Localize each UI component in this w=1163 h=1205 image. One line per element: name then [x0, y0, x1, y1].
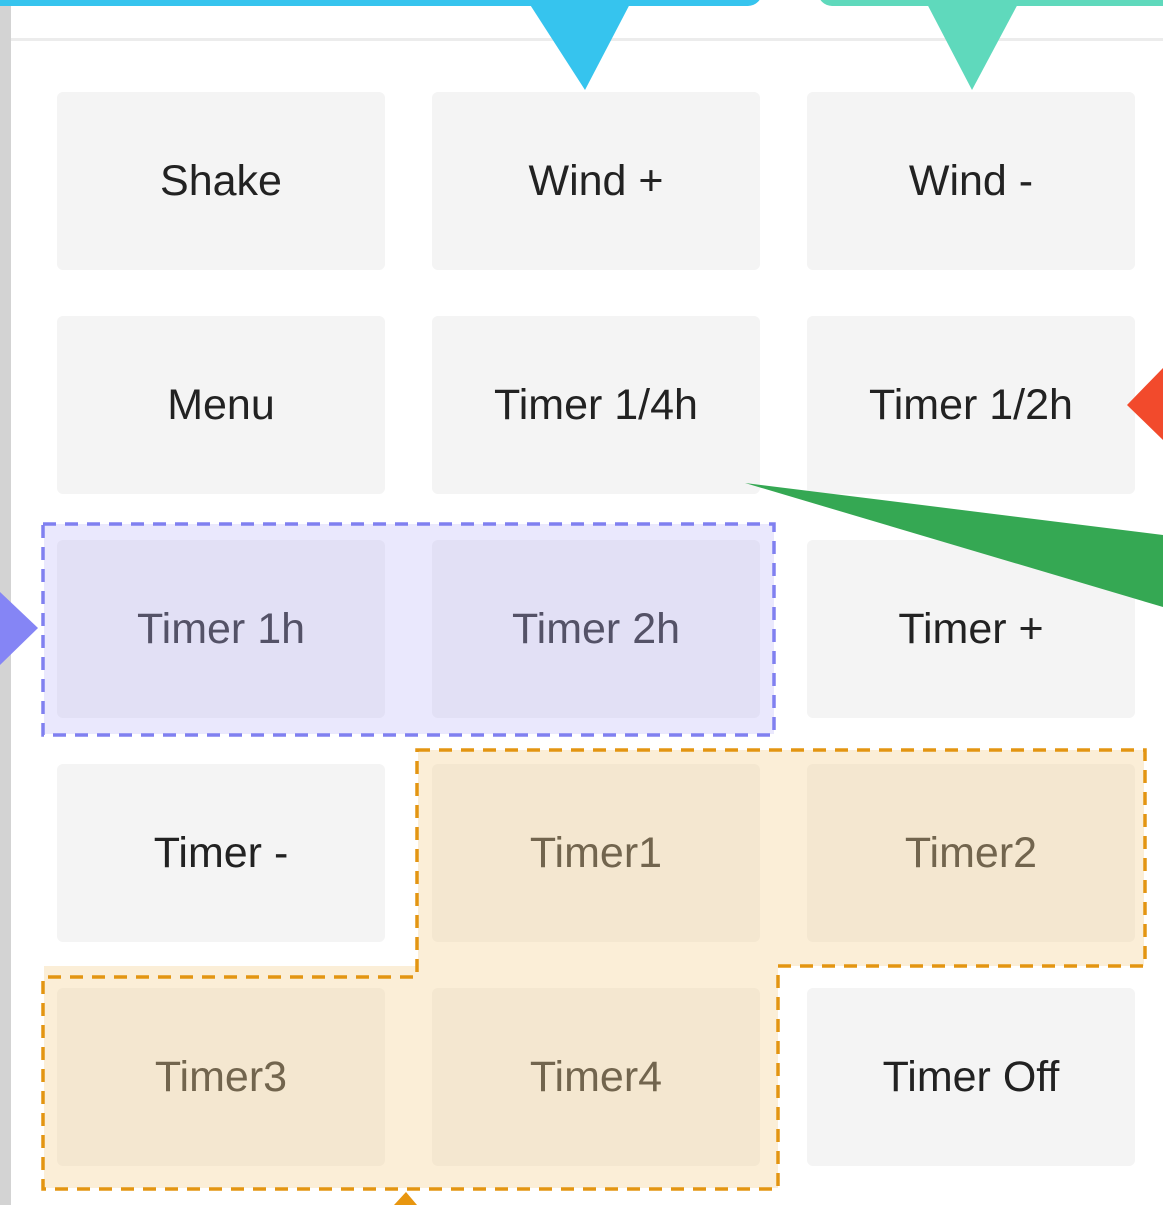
callout-box-teal: [818, 0, 1163, 6]
callout-pointer-blue: [527, 0, 632, 90]
timer-2h-button[interactable]: Timer 2h: [432, 540, 760, 718]
timer3-button[interactable]: Timer3: [57, 988, 385, 1166]
timer-plus-button[interactable]: Timer +: [807, 540, 1135, 718]
remote-control-panel: Shake Wind + Wind - Menu Timer 1/4h Time…: [0, 0, 1163, 1205]
timer-minus-button[interactable]: Timer -: [57, 764, 385, 942]
timer2-button[interactable]: Timer2: [807, 764, 1135, 942]
timer-1h-button[interactable]: Timer 1h: [57, 540, 385, 718]
timer-half-hour-button[interactable]: Timer 1/2h: [807, 316, 1135, 494]
callout-pointer-orange: [394, 1192, 417, 1205]
top-divider: [11, 38, 1163, 41]
timer1-button[interactable]: Timer1: [432, 764, 760, 942]
callout-box-blue: [0, 0, 762, 6]
timer-quarter-hour-button[interactable]: Timer 1/4h: [432, 316, 760, 494]
menu-button[interactable]: Menu: [57, 316, 385, 494]
left-scroll-strip: [0, 0, 11, 1205]
timer4-button[interactable]: Timer4: [432, 988, 760, 1166]
wind-minus-button[interactable]: Wind -: [807, 92, 1135, 270]
wind-plus-button[interactable]: Wind +: [432, 92, 760, 270]
callout-pointer-teal: [925, 0, 1020, 90]
shake-button[interactable]: Shake: [57, 92, 385, 270]
timer-off-button[interactable]: Timer Off: [807, 988, 1135, 1166]
